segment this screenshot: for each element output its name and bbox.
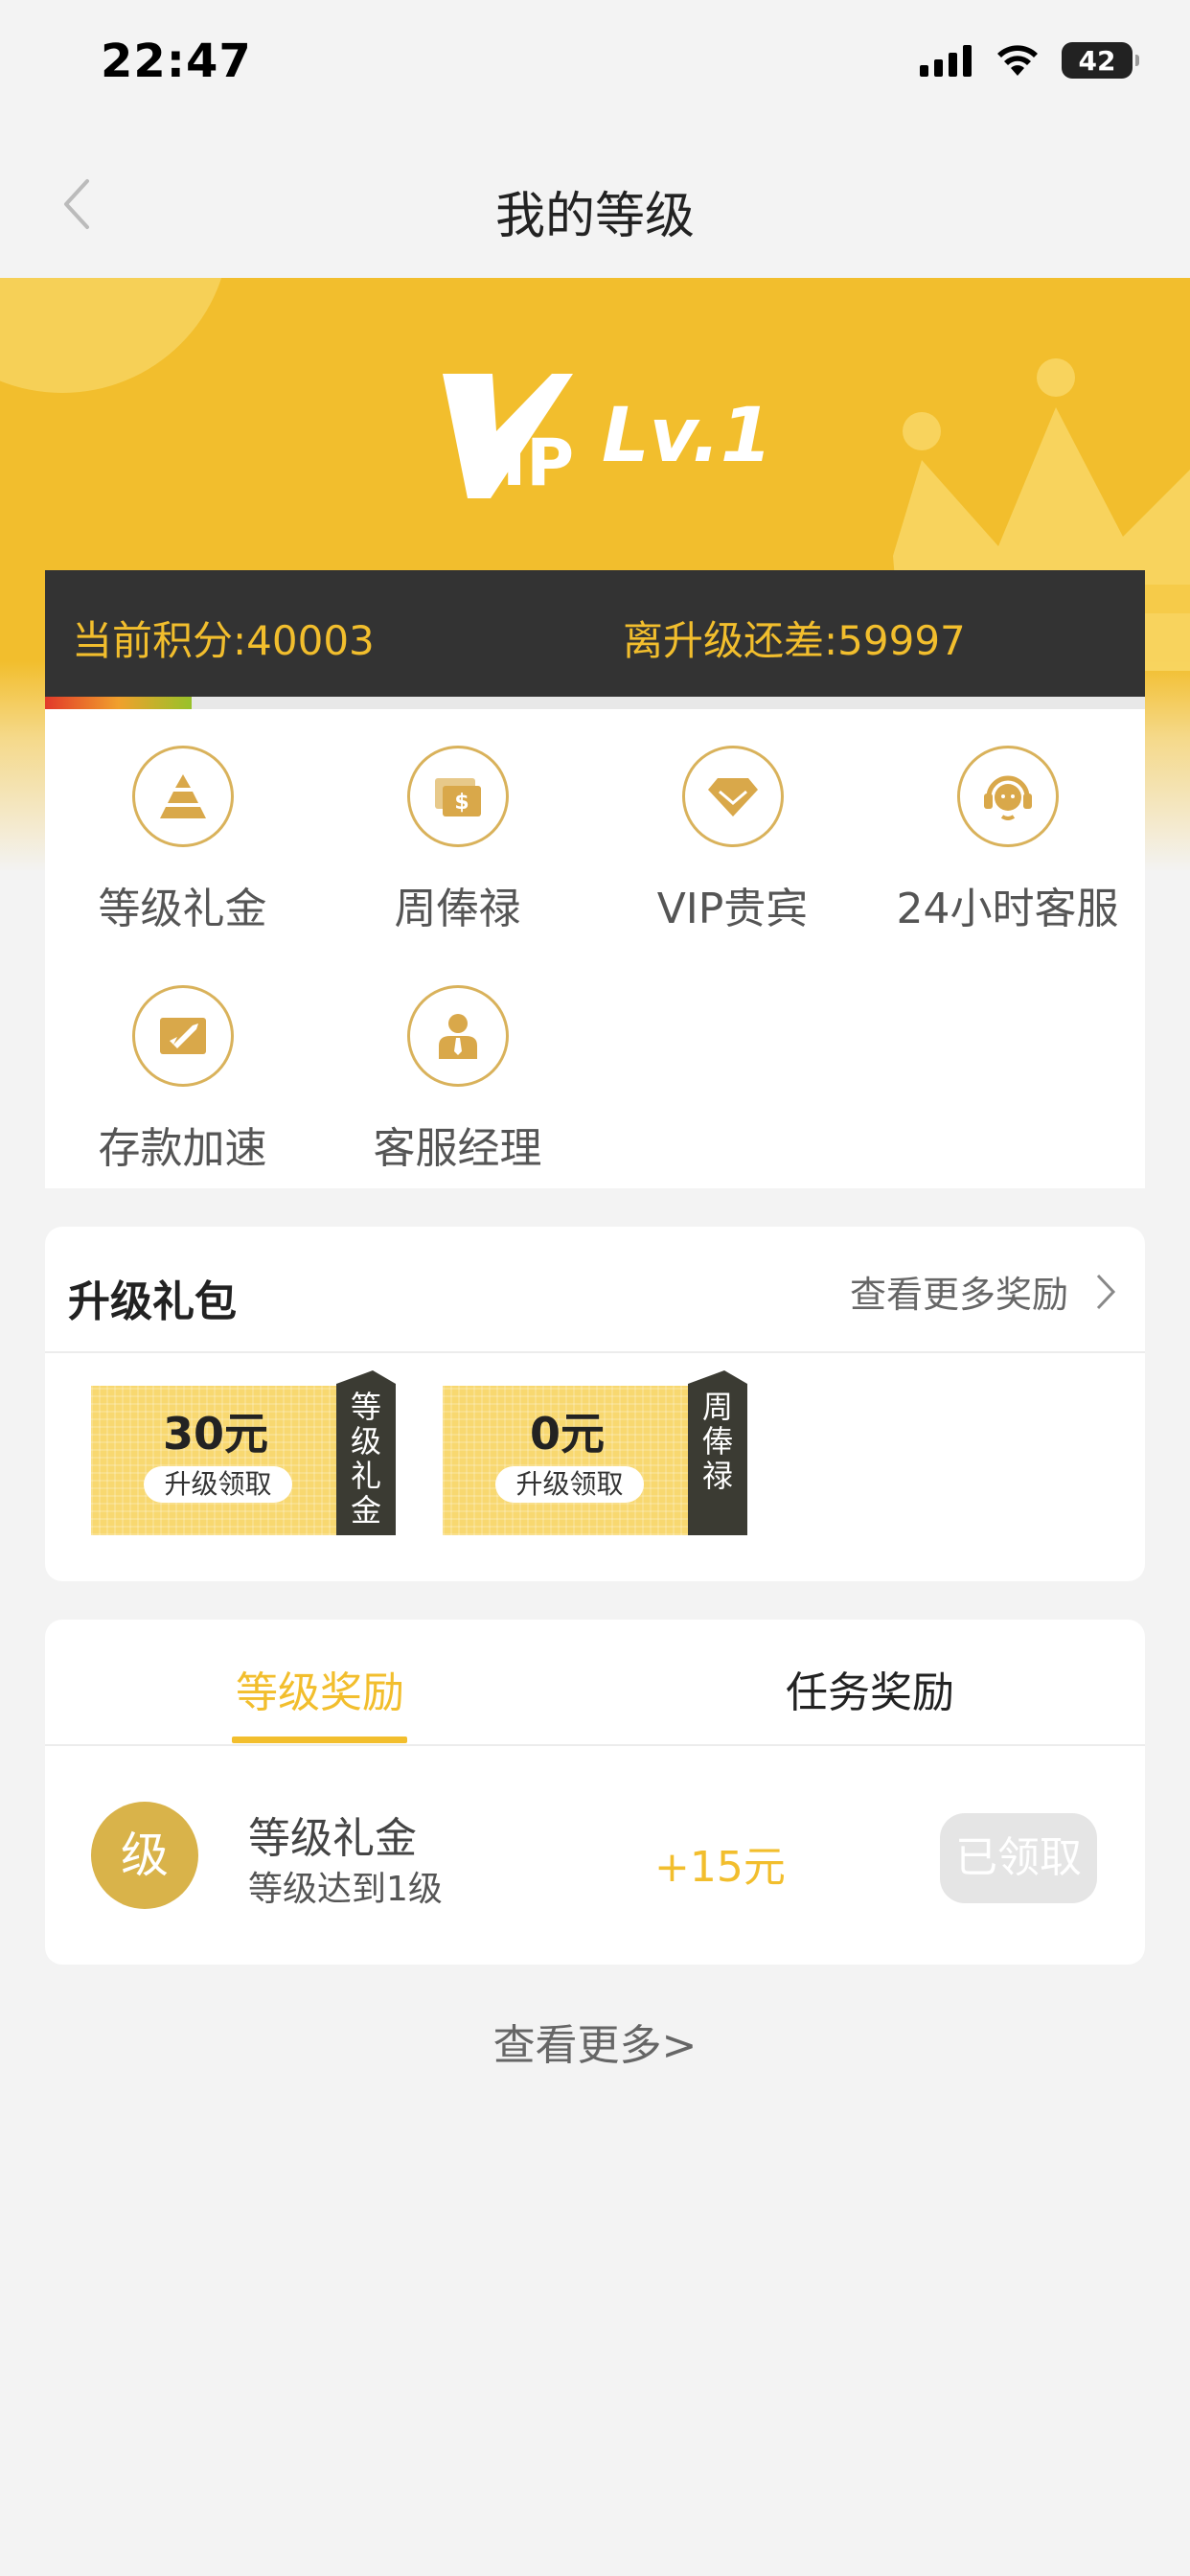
voucher-amount: 30元 xyxy=(162,1408,268,1460)
benefit-24h-support[interactable]: 24小时客服 xyxy=(870,746,1145,935)
nav-bar: 我的等级 xyxy=(0,129,1190,278)
voucher-tag: 等级礼金 xyxy=(350,1389,381,1529)
voucher-weekly-salary[interactable]: 0元 升级领取 周俸禄 xyxy=(443,1370,747,1535)
decorative-circle xyxy=(0,278,230,393)
voucher-level-bonus[interactable]: 30元 升级领取 等级礼金 xyxy=(91,1370,396,1535)
benefit-icon-circle xyxy=(131,985,234,1087)
manager-icon xyxy=(438,1014,477,1059)
view-more-link[interactable]: 查看更多> xyxy=(0,2011,1190,2072)
vip-level-page: 22:47 42 我的等级 IP Lv.1 当前积分:40003 离升级还差:5… xyxy=(0,0,1190,2576)
voucher-claim-button[interactable]: 升级领取 xyxy=(144,1466,292,1503)
benefit-label: 等级礼金 xyxy=(98,885,267,933)
benefit-icon-circle xyxy=(681,746,784,847)
more-rewards-link[interactable]: 查看更多奖励 xyxy=(850,1265,1116,1318)
status-icons: 42 xyxy=(920,42,1139,79)
claimed-button[interactable]: 已领取 xyxy=(940,1813,1097,1903)
benefit-label: 客服经理 xyxy=(373,1124,542,1173)
diamond-icon xyxy=(707,778,758,816)
svg-text:$: $ xyxy=(454,791,469,815)
benefit-label: 周俸禄 xyxy=(394,885,521,933)
benefit-label: VIP贵宾 xyxy=(656,885,809,933)
benefit-weekly-salary[interactable]: $ 周俸禄 xyxy=(320,746,595,935)
rocket-icon xyxy=(159,1018,206,1054)
benefit-icon-circle xyxy=(406,985,509,1087)
tab-task-rewards[interactable]: 任务奖励 xyxy=(595,1658,1145,1719)
voucher-amount: 0元 xyxy=(529,1408,605,1460)
cellular-signal-icon xyxy=(920,45,972,77)
benefit-icon-circle: $ xyxy=(406,746,509,847)
wifi-icon xyxy=(997,45,1038,76)
benefit-label: 存款加速 xyxy=(98,1124,267,1173)
divider xyxy=(45,1351,1145,1353)
points-to-upgrade: 离升级还差:59997 xyxy=(623,617,966,664)
money-bill-icon: $ xyxy=(434,778,481,816)
battery-icon: 42 xyxy=(1062,42,1139,79)
benefit-level-bonus[interactable]: 等级礼金 xyxy=(45,746,320,935)
level-progress-bar xyxy=(45,697,1145,709)
battery-level: 42 xyxy=(1078,44,1116,77)
benefit-vip-guest[interactable]: VIP贵宾 xyxy=(595,746,870,935)
current-points: 当前积分:40003 xyxy=(72,617,375,664)
reward-subtitle: 等级达到1级 xyxy=(248,1870,443,1909)
points-bar: 当前积分:40003 离升级还差:59997 xyxy=(45,570,1145,697)
chevron-right-icon xyxy=(1096,1274,1116,1309)
rewards-card: 等级奖励 任务奖励 级 等级礼金 等级达到1级 +15元 已领取 xyxy=(45,1620,1145,1965)
active-tab-indicator xyxy=(232,1736,407,1743)
vip-level: Lv.1 xyxy=(602,393,773,479)
status-time: 22:47 xyxy=(101,34,252,88)
headset-icon xyxy=(983,775,1032,820)
benefit-account-manager[interactable]: 客服经理 xyxy=(320,985,595,1175)
upgrade-package-card: 升级礼包 查看更多奖励 30元 升级领取 等级礼金 0元 升级领取 周俸禄 xyxy=(45,1227,1145,1581)
page-title: 我的等级 xyxy=(494,188,695,245)
svg-text:IP: IP xyxy=(502,426,574,498)
benefits-grid: 等级礼金 $ 周俸禄 VIP贵宾 24小时客服 存款加速 客服经理 xyxy=(45,709,1145,1188)
benefit-label: 24小时客服 xyxy=(896,885,1119,933)
level-progress-fill xyxy=(45,697,192,709)
benefit-icon-circle xyxy=(956,746,1059,847)
benefit-deposit-boost[interactable]: 存款加速 xyxy=(45,985,320,1175)
voucher-claim-button[interactable]: 升级领取 xyxy=(495,1466,644,1503)
status-bar: 22:47 42 xyxy=(0,0,1190,129)
reward-amount: +15元 xyxy=(654,1843,786,1892)
benefit-icon-circle xyxy=(131,746,234,847)
reward-badge: 级 xyxy=(91,1802,198,1909)
package-title: 升级礼包 xyxy=(68,1277,237,1326)
pyramid-icon xyxy=(159,774,206,818)
divider xyxy=(45,1744,1145,1746)
tab-level-rewards[interactable]: 等级奖励 xyxy=(45,1658,595,1719)
voucher-tag: 周俸禄 xyxy=(701,1389,733,1494)
reward-title: 等级礼金 xyxy=(248,1814,417,1863)
more-rewards-label: 查看更多奖励 xyxy=(849,1274,1068,1316)
